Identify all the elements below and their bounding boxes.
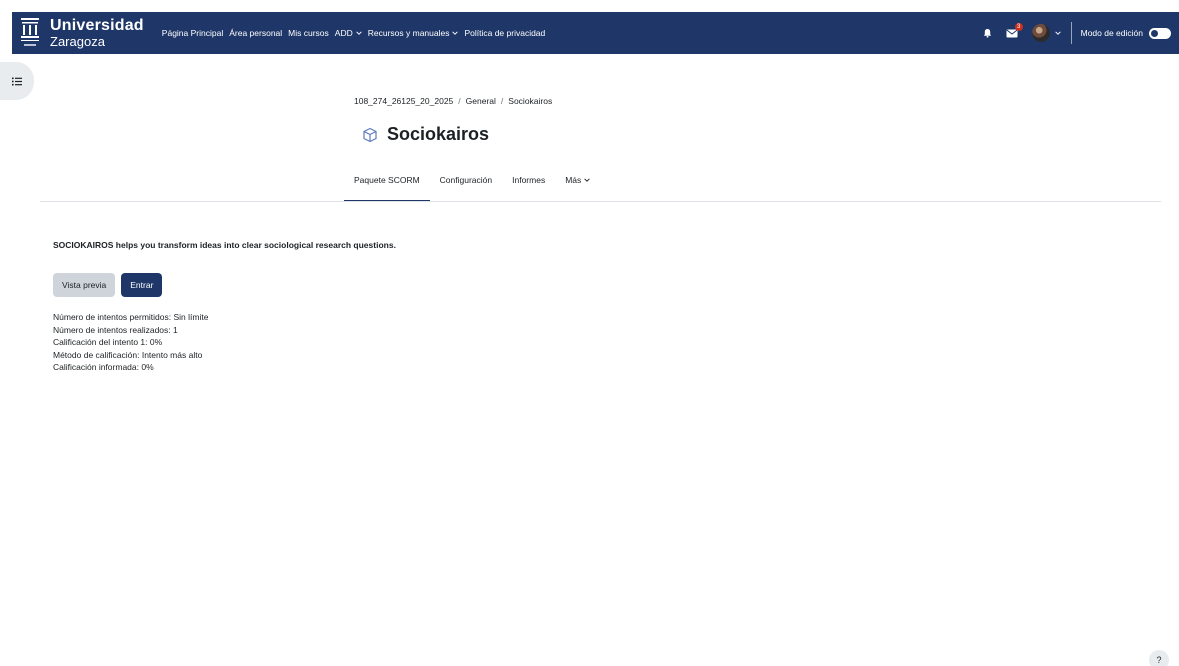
nav-item-pagina-principal[interactable]: Página Principal xyxy=(162,28,223,38)
primary-navigation: Página Principal Área personal Mis curso… xyxy=(162,28,551,38)
chevron-down-icon xyxy=(1054,31,1061,35)
attempt-info: Número de intentos permitidos: Sin límit… xyxy=(53,311,208,374)
preview-button[interactable]: Vista previa xyxy=(53,273,116,297)
info-attempts-made: Número de intentos realizados: 1 xyxy=(53,324,178,335)
tab-mas[interactable]: Más xyxy=(555,170,600,202)
course-index-drawer-button[interactable] xyxy=(0,62,34,100)
tab-label: Más xyxy=(565,175,582,185)
breadcrumb-separator: / xyxy=(500,96,504,106)
info-grading-method: Método de calificación: Intento más alto xyxy=(53,349,203,360)
edit-mode-toggle[interactable] xyxy=(1149,27,1171,39)
breadcrumb-course[interactable]: 108_274_26125_20_2025 xyxy=(354,96,453,106)
university-logo[interactable]: Universidad Zaragoza xyxy=(20,17,144,49)
list-icon xyxy=(12,77,22,85)
help-button[interactable]: ? xyxy=(1149,650,1169,666)
messages-button[interactable]: 3 xyxy=(1006,22,1023,38)
top-navbar: Universidad Zaragoza Página Principal Ár… xyxy=(12,12,1179,54)
logo-text: Universidad Zaragoza xyxy=(50,17,144,49)
edit-mode-label: Modo de edición xyxy=(1080,28,1143,38)
tab-label: Informes xyxy=(512,175,546,185)
nav-label: Recursos y manuales xyxy=(367,28,450,38)
chevron-down-icon xyxy=(355,31,362,35)
breadcrumb: 108_274_26125_20_2025 / General / Sociok… xyxy=(354,96,552,106)
tab-configuracion[interactable]: Configuración xyxy=(430,170,502,202)
info-attempts-allowed: Número de intentos permitidos: Sin límit… xyxy=(53,312,209,322)
scorm-package-icon xyxy=(363,127,377,142)
chevron-down-icon xyxy=(584,178,591,182)
bell-icon xyxy=(983,28,991,38)
nav-item-add[interactable]: ADD xyxy=(335,28,362,38)
tab-label: Paquete SCORM xyxy=(354,175,420,185)
tab-label: Configuración xyxy=(439,175,493,185)
breadcrumb-section[interactable]: General xyxy=(466,96,496,106)
logo-line-2: Zaragoza xyxy=(50,34,105,49)
nav-item-area-personal[interactable]: Área personal xyxy=(229,28,282,38)
user-menu[interactable] xyxy=(1031,24,1061,42)
nav-item-recursos-manuales[interactable]: Recursos y manuales xyxy=(368,28,459,38)
nav-item-politica-privacidad[interactable]: Política de privacidad xyxy=(464,28,545,38)
tab-informes[interactable]: Informes xyxy=(502,170,555,202)
info-reported-grade: Calificación informada: 0% xyxy=(53,362,154,372)
nav-item-mis-cursos[interactable]: Mis cursos xyxy=(288,28,329,38)
logo-line-1: Universidad xyxy=(50,17,144,34)
user-tools: 3 Modo de edición xyxy=(969,12,1171,54)
page-title: Sociokairos xyxy=(387,124,490,144)
info-attempt-1-grade: Calificación del intento 1: 0% xyxy=(53,337,163,347)
tab-paquete-scorm[interactable]: Paquete SCORM xyxy=(344,170,430,202)
nav-label: Página Principal xyxy=(161,28,224,38)
messages-badge: 3 xyxy=(1014,22,1023,31)
university-crest-icon xyxy=(21,18,39,46)
page-header: Sociokairos xyxy=(362,124,489,145)
breadcrumb-current: Sociokairos xyxy=(508,96,553,106)
enter-button[interactable]: Entrar xyxy=(121,273,163,297)
scorm-actions: Vista previa Entrar xyxy=(53,273,163,297)
navbar-divider xyxy=(1070,22,1072,44)
secondary-navigation: Paquete SCORM Configuración Informes Más xyxy=(344,170,600,202)
user-avatar xyxy=(1031,24,1050,42)
notifications-button[interactable] xyxy=(983,28,992,38)
tabs-divider xyxy=(40,201,1161,202)
nav-label: Política de privacidad xyxy=(464,28,546,38)
nav-label: Área personal xyxy=(229,28,283,38)
nav-label: ADD xyxy=(334,28,353,38)
chevron-down-icon xyxy=(452,31,459,35)
activity-description: SOCIOKAIROS helps you transform ideas in… xyxy=(53,240,396,250)
nav-label: Mis cursos xyxy=(288,28,329,38)
breadcrumb-separator: / xyxy=(458,96,461,106)
